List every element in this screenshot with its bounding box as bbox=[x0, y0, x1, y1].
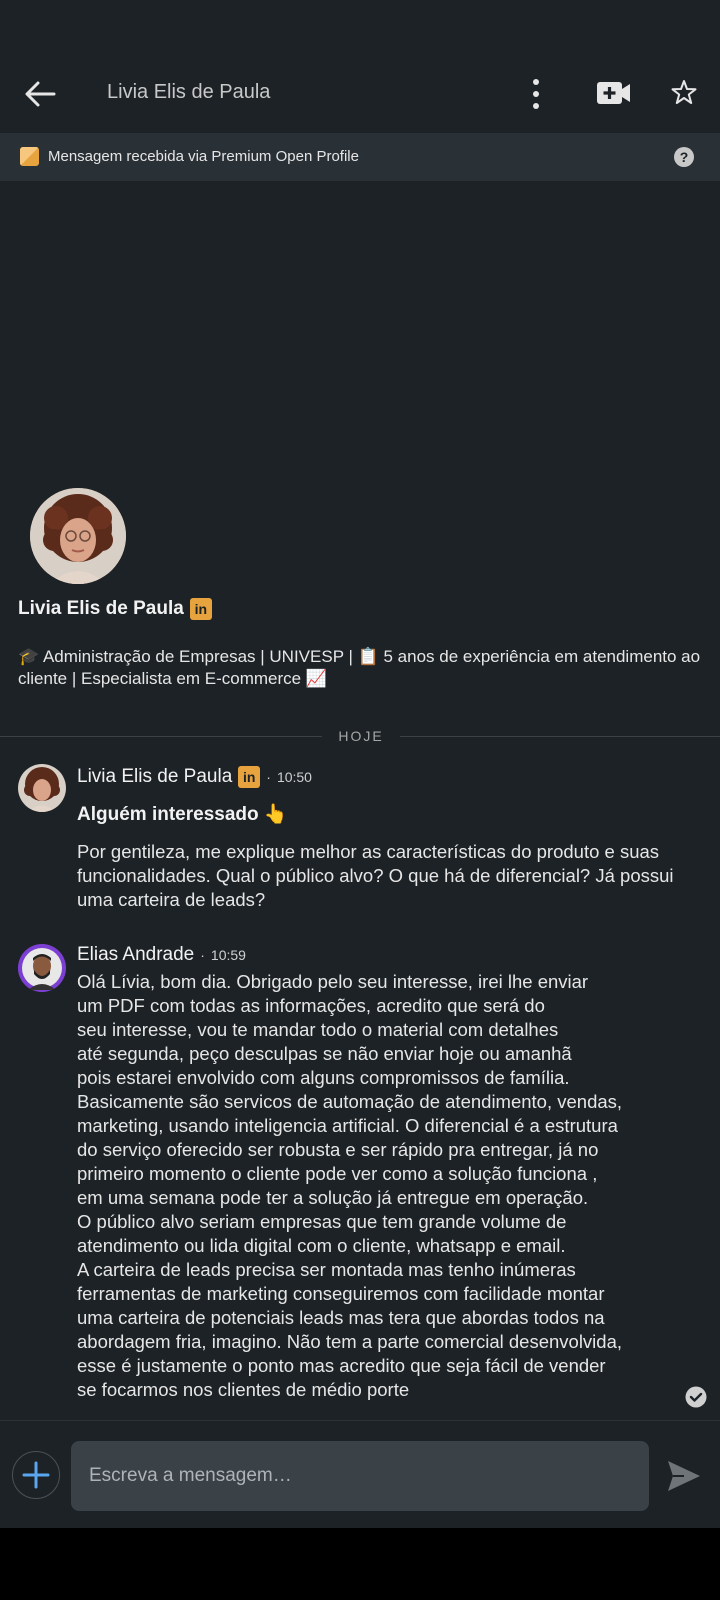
more-vertical-icon bbox=[533, 79, 539, 85]
sender-avatar[interactable] bbox=[18, 764, 66, 812]
plus-icon bbox=[22, 1461, 50, 1489]
message-sender[interactable]: Livia Elis de Paula in · 10:50 bbox=[77, 766, 312, 788]
premium-icon bbox=[20, 147, 39, 166]
video-call-button[interactable] bbox=[596, 78, 632, 108]
check-circle-icon bbox=[685, 1386, 707, 1408]
message-composer bbox=[0, 1420, 720, 1528]
profile-name-text: Livia Elis de Paula bbox=[18, 598, 184, 619]
send-icon bbox=[668, 1461, 700, 1491]
sender-avatar[interactable] bbox=[18, 944, 66, 992]
linkedin-icon: in bbox=[189, 598, 212, 620]
message-time: 10:50 bbox=[276, 769, 312, 785]
conversation-title[interactable]: Livia Elis de Paula bbox=[107, 81, 270, 104]
attach-button[interactable] bbox=[12, 1451, 60, 1499]
more-options-button[interactable] bbox=[528, 74, 544, 114]
message-input[interactable] bbox=[71, 1441, 649, 1511]
message-subject: Alguém interessado 👆 bbox=[77, 804, 288, 825]
divider-line-left bbox=[0, 736, 322, 737]
profile-name[interactable]: Livia Elis de Paula in bbox=[18, 598, 212, 620]
app-header: Livia Elis de Paula bbox=[0, 56, 720, 132]
svg-text:?: ? bbox=[680, 149, 689, 165]
linkedin-icon: in bbox=[238, 766, 261, 788]
video-call-icon bbox=[597, 82, 630, 104]
star-icon bbox=[671, 80, 697, 104]
message-time: 10:59 bbox=[210, 947, 246, 963]
help-button[interactable]: ? bbox=[673, 146, 695, 168]
premium-banner-text: Mensagem recebida via Premium Open Profi… bbox=[48, 148, 359, 165]
system-nav-bar bbox=[0, 1528, 720, 1600]
profile-avatar[interactable] bbox=[30, 488, 126, 584]
separator-dot: · bbox=[266, 769, 271, 785]
divider-line-right bbox=[400, 736, 720, 737]
message-body: Por gentileza, me explique melhor as car… bbox=[77, 841, 674, 910]
send-button[interactable] bbox=[666, 1459, 702, 1493]
read-receipt bbox=[685, 1386, 707, 1408]
back-arrow-icon bbox=[25, 81, 56, 107]
profile-headline: 🎓 Administração de Empresas | UNIVESP | … bbox=[18, 647, 701, 688]
star-button[interactable] bbox=[670, 78, 698, 106]
date-divider: HOJE bbox=[338, 728, 384, 744]
sender-name: Elias Andrade bbox=[77, 944, 195, 965]
message-sender[interactable]: Elias Andrade · 10:59 bbox=[77, 944, 246, 966]
premium-banner: Mensagem recebida via Premium Open Profi… bbox=[0, 133, 720, 181]
sender-name: Livia Elis de Paula bbox=[77, 766, 233, 787]
help-icon: ? bbox=[674, 147, 694, 167]
message-body: Olá Lívia, bom dia. Obrigado pelo seu in… bbox=[77, 971, 623, 1400]
status-bar bbox=[0, 0, 720, 56]
back-button[interactable] bbox=[22, 76, 58, 112]
separator-dot: · bbox=[200, 947, 205, 963]
